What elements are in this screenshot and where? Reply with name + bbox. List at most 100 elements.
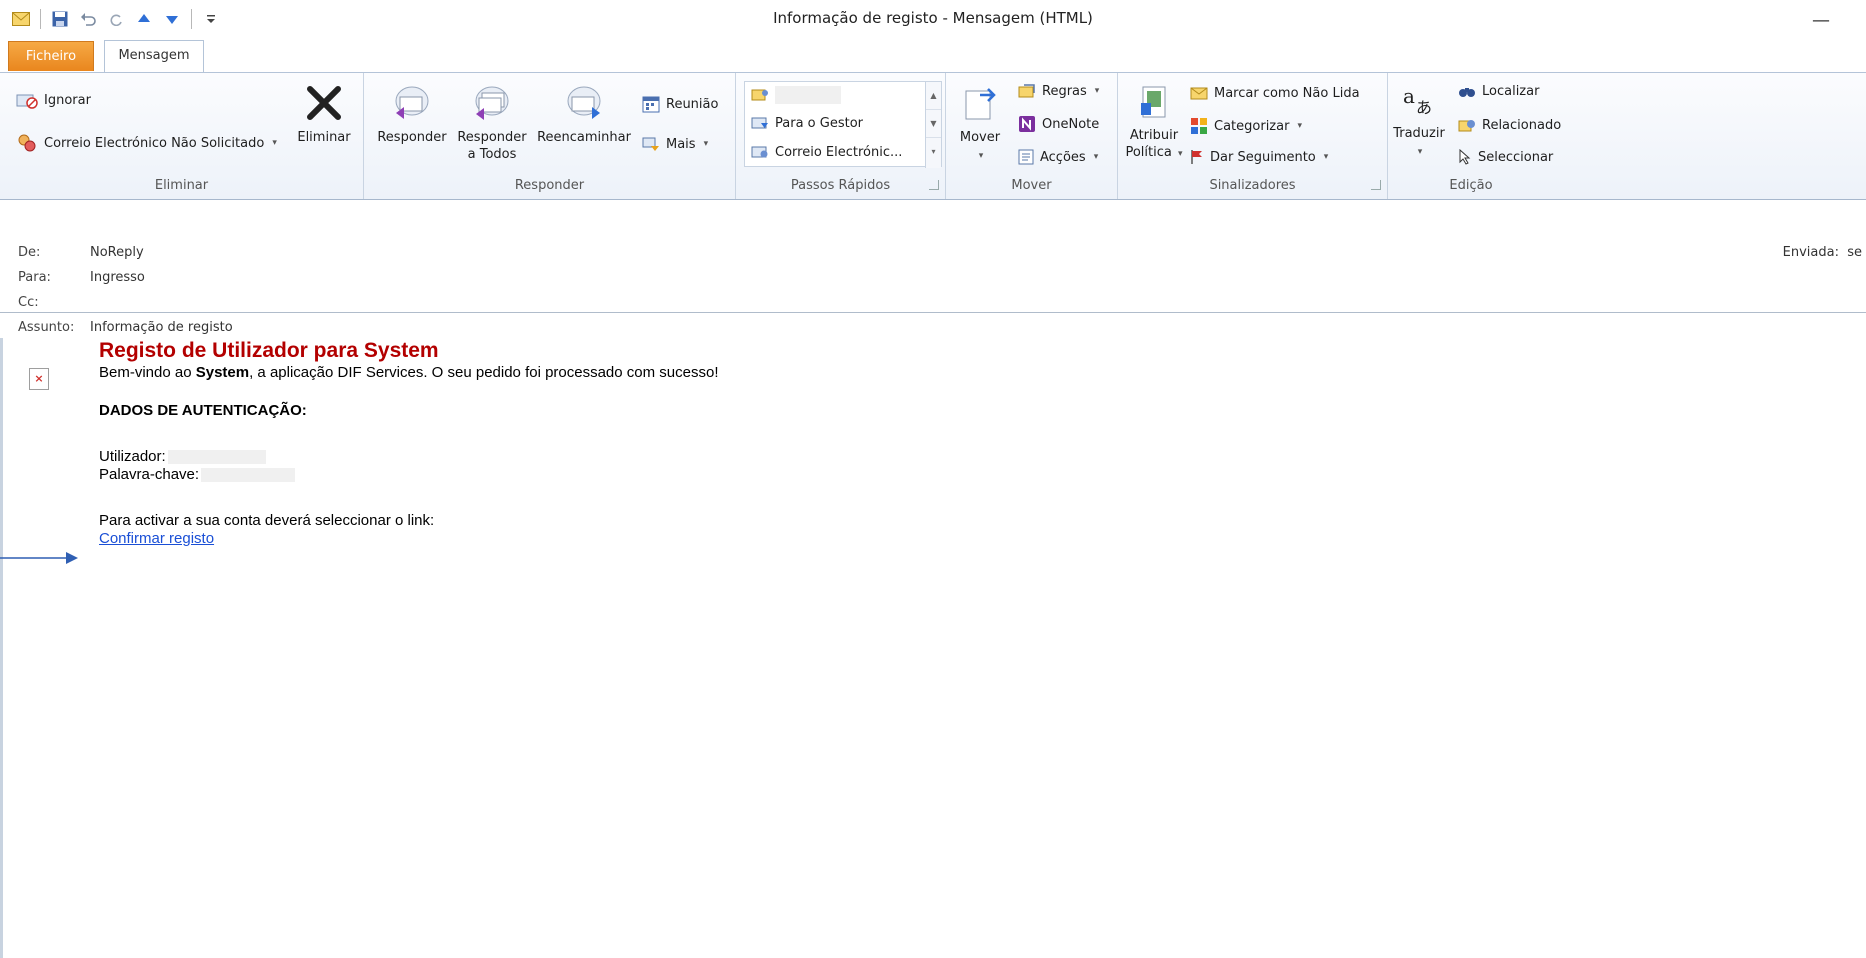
find-button[interactable]: Localizar [1458, 83, 1539, 99]
flag-icon [1191, 150, 1202, 164]
assign-policy-button[interactable]: Atribuir Política ▾ [1122, 83, 1186, 163]
scroll-down-icon[interactable]: ▼ [926, 110, 941, 138]
categorize-button[interactable]: Categorizar ▾ [1190, 117, 1302, 135]
scroll-up-icon[interactable]: ▲ [926, 82, 941, 110]
group-label-responder: Responder [514, 178, 585, 193]
follow-up-button[interactable]: Dar Seguimento ▾ [1190, 149, 1328, 165]
more-respond-button[interactable]: Mais ▾ [642, 135, 708, 153]
quick-step-item-2[interactable]: Para o Gestor [751, 115, 863, 131]
ignore-button[interactable]: Ignorar [16, 91, 91, 109]
onenote-button[interactable]: OneNote [1018, 115, 1099, 133]
forward-icon [567, 86, 601, 119]
reply-all-label-2: a Todos [467, 147, 517, 162]
group-editing: aあ Traduzir ▾ Localizar Relacionado Sele… [1388, 73, 1866, 199]
related-icon [1458, 120, 1475, 132]
expand-gallery-icon[interactable]: ▾ [926, 138, 941, 166]
svg-text:a: a [1403, 84, 1415, 108]
chevron-down-icon: ▾ [272, 138, 277, 148]
select-label: Seleccionar [1478, 149, 1554, 165]
meeting-label: Reunião [666, 96, 719, 112]
sent-value: se [1847, 245, 1862, 260]
binoculars-icon [1459, 88, 1475, 97]
delete-button[interactable]: Eliminar [286, 83, 362, 146]
cc-row: Cc: [18, 295, 90, 310]
forward-button[interactable]: Reencaminhar [536, 83, 632, 146]
tab-file[interactable]: Ficheiro [8, 41, 94, 71]
move-label: Mover [959, 130, 1001, 145]
chevron-down-icon: ▾ [1417, 147, 1423, 157]
group-label-eliminar: Eliminar [154, 178, 209, 193]
auth-heading: DADOS DE AUTENTICAÇÃO: [99, 402, 307, 419]
mark-unread-icon [1190, 87, 1208, 100]
to-row: Para: Ingresso [18, 270, 145, 285]
actions-icon [1018, 149, 1034, 165]
window-title: Informação de registo - Mensagem (HTML) [773, 9, 1093, 27]
related-button[interactable]: Relacionado [1458, 117, 1561, 133]
reply-label: Responder [377, 130, 447, 145]
team-mail-label: Correio Electrónic... [775, 144, 903, 160]
dialog-launcher-icon[interactable] [929, 180, 939, 190]
meeting-button[interactable]: Reunião [642, 95, 718, 113]
subject-label: Assunto: [18, 320, 75, 335]
move-button[interactable]: Mover ▾ [954, 83, 1006, 165]
ignore-label: Ignorar [44, 92, 91, 108]
related-label: Relacionado [1482, 117, 1562, 133]
redacted-password [201, 468, 296, 483]
user-line: Utilizador: [99, 448, 719, 466]
rules-button[interactable]: Regras ▾ [1018, 83, 1099, 99]
minimize-button[interactable]: — [1806, 6, 1836, 36]
chevron-down-icon: ▾ [1093, 152, 1099, 162]
dialog-launcher-icon[interactable] [1371, 180, 1381, 190]
reply-all-icon [475, 86, 509, 120]
quick-step-item-1[interactable] [751, 86, 841, 104]
reply-all-button[interactable]: Responder a Todos [452, 83, 532, 163]
actions-button[interactable]: Acções ▾ [1018, 149, 1098, 165]
policy-label-2: Política [1125, 145, 1172, 160]
to-value[interactable]: Ingresso [90, 270, 145, 285]
chevron-down-icon: ▾ [1323, 152, 1329, 162]
svg-text:あ: あ [1416, 98, 1432, 117]
confirm-line: Confirmar registo [99, 530, 719, 548]
email-title: Registo de Utilizador para System [99, 339, 439, 362]
confirm-registration-link[interactable]: Confirmar registo [99, 530, 214, 547]
group-label-move: Mover [1011, 178, 1052, 193]
delete-label: Eliminar [297, 130, 351, 145]
onenote-icon [1019, 116, 1035, 132]
mark-unread-label: Marcar como Não Lida [1214, 85, 1360, 101]
group-move: Mover ▾ Regras ▾ OneNote Acções ▾ Mover [946, 73, 1118, 199]
junk-mail-button[interactable]: Correio Electrónico Não Solicitado ▾ [16, 133, 277, 153]
sent-label: Enviada: [1782, 245, 1839, 260]
team-email-icon [751, 89, 768, 101]
junk-label: Correio Electrónico Não Solicitado [44, 135, 265, 151]
to-label: Para: [18, 270, 51, 285]
translate-button[interactable]: aあ Traduzir ▾ [1392, 83, 1446, 161]
from-value[interactable]: NoReply [90, 245, 144, 260]
select-button[interactable]: Seleccionar [1458, 149, 1553, 165]
quick-steps-scrollbar[interactable]: ▲ ▼ ▾ [925, 82, 941, 168]
move-icon [965, 88, 996, 120]
cursor-icon [1459, 149, 1471, 165]
ignore-icon [16, 94, 38, 109]
quick-step-item-3[interactable]: Correio Electrónic... [751, 144, 902, 160]
redacted-quick-step [775, 86, 841, 104]
from-label: De: [18, 245, 41, 260]
user-label: Utilizador: [99, 448, 166, 465]
mark-unread-button[interactable]: Marcar como Não Lida [1190, 85, 1360, 101]
chevron-down-icon: ▾ [1297, 121, 1302, 131]
tab-message[interactable]: Mensagem [104, 40, 204, 73]
translate-label: Traduzir [1393, 126, 1445, 141]
onenote-label: OneNote [1042, 116, 1100, 132]
subject-row: Assunto: Informação de registo [18, 320, 233, 335]
chevron-down-icon: ▾ [978, 151, 984, 161]
chevron-down-icon: ▾ [1094, 86, 1100, 96]
reply-button[interactable]: Responder [374, 83, 450, 146]
reply-icon [395, 86, 429, 119]
group-label-tags: Sinalizadores [1209, 178, 1296, 193]
group-responder: Responder Responder a Todos Reencaminhar… [364, 73, 736, 199]
sent-row: Enviada: se [1783, 245, 1862, 260]
rules-icon [1018, 84, 1035, 98]
policy-label-1: Atribuir [1129, 128, 1179, 143]
message-body: × Registo de Utilizador para System Bem-… [0, 338, 1866, 958]
delete-x-icon [307, 86, 341, 120]
from-row: De: NoReply [18, 245, 144, 260]
